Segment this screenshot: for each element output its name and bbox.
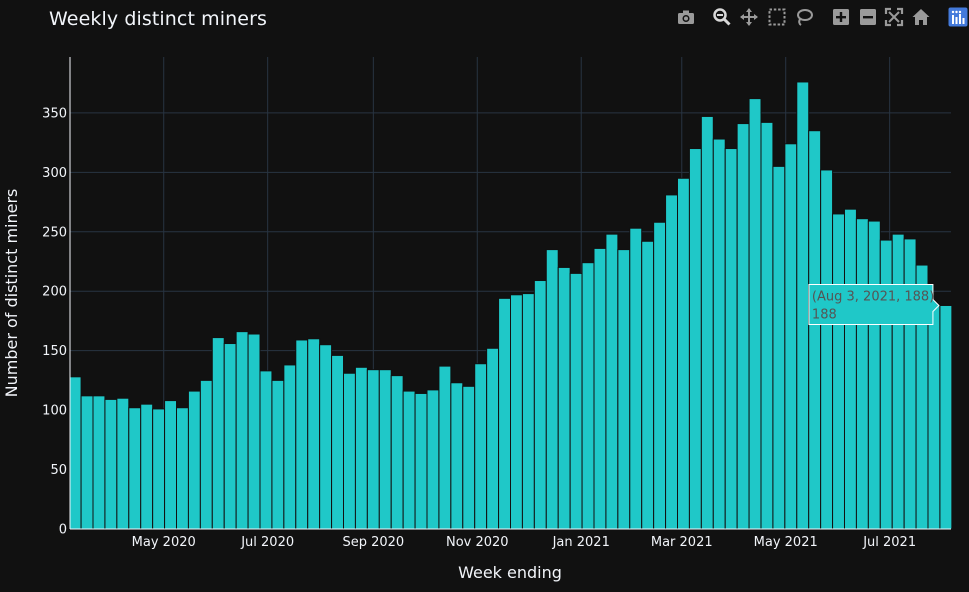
y-tick-label: 100 xyxy=(42,404,67,419)
bar xyxy=(891,233,905,530)
bar xyxy=(796,81,810,530)
bar xyxy=(653,221,667,530)
bar xyxy=(92,395,106,530)
x-tick-label: Sep 2020 xyxy=(342,535,404,550)
bar xyxy=(760,121,774,530)
hover-tooltip-label: (Aug 3, 2021, 188) xyxy=(812,289,934,304)
y-tick-label: 250 xyxy=(42,225,67,240)
x-tick-label: Nov 2020 xyxy=(446,535,509,550)
bar xyxy=(343,372,356,530)
bar xyxy=(927,304,941,530)
bar xyxy=(474,363,488,530)
bar xyxy=(879,239,893,530)
hover-tooltip-value: 188 xyxy=(812,307,837,322)
bar xyxy=(354,366,368,530)
bar xyxy=(319,344,333,530)
bar xyxy=(843,208,857,530)
bar xyxy=(116,397,130,530)
bar xyxy=(736,123,750,530)
bar xyxy=(700,115,714,530)
hover-tooltip: (Aug 3, 2021, 188) 188 xyxy=(808,283,940,325)
x-tick-label: Jul 2021 xyxy=(862,535,916,550)
bar xyxy=(438,365,452,530)
bar xyxy=(176,407,189,530)
bar xyxy=(414,392,428,530)
x-tick-label: Jan 2021 xyxy=(552,535,610,550)
y-tick-label: 200 xyxy=(42,285,67,300)
bar xyxy=(462,385,476,530)
bar xyxy=(939,304,953,530)
bar xyxy=(152,408,166,530)
bar xyxy=(832,213,845,530)
x-tick-label: May 2021 xyxy=(754,535,818,550)
y-axis-title: Number of distinct miners xyxy=(2,189,21,398)
bar xyxy=(688,148,702,530)
bar xyxy=(724,148,738,530)
bar xyxy=(366,369,380,530)
bar xyxy=(545,249,559,530)
y-tick-label: 350 xyxy=(42,106,67,121)
bar xyxy=(164,400,178,530)
bar xyxy=(140,403,154,530)
bar xyxy=(235,331,249,530)
bar xyxy=(378,369,392,530)
bar xyxy=(283,364,297,530)
bar xyxy=(68,376,82,530)
bar xyxy=(211,337,225,530)
x-tick-label: Jul 2020 xyxy=(240,535,294,550)
bar xyxy=(498,297,511,530)
bar xyxy=(450,382,464,530)
bar xyxy=(593,247,607,530)
bar xyxy=(581,262,595,530)
bar xyxy=(521,293,535,530)
bar xyxy=(557,266,571,530)
bar xyxy=(820,169,834,530)
bar xyxy=(486,347,500,530)
bar xyxy=(629,227,643,530)
bar xyxy=(903,238,917,530)
bar xyxy=(676,177,690,530)
bar xyxy=(867,220,881,530)
y-tick-label: 0 xyxy=(59,523,67,538)
bar xyxy=(772,165,786,530)
bar xyxy=(247,333,261,530)
y-tick-label: 150 xyxy=(42,344,67,359)
bar xyxy=(259,370,273,530)
bar xyxy=(784,143,798,530)
bar xyxy=(104,398,118,530)
bar xyxy=(295,339,309,530)
bar xyxy=(199,379,213,530)
y-tick-labels: 0 50 100 150 200 250 300 350 xyxy=(42,106,67,537)
bar xyxy=(569,272,583,530)
y-tick-label: 300 xyxy=(42,166,67,181)
bar xyxy=(617,249,631,530)
bar xyxy=(605,233,619,530)
bar xyxy=(426,389,440,530)
x-tick-label: May 2020 xyxy=(132,535,196,550)
bar xyxy=(390,375,404,530)
bar-chart: 0 50 100 150 200 250 300 350 May 2020 Jul 2020 Se… xyxy=(2,57,953,582)
bar xyxy=(223,343,237,530)
x-axis-title: Week ending xyxy=(458,563,562,582)
bar xyxy=(712,138,726,530)
bar xyxy=(533,280,547,530)
x-tick-label: Mar 2021 xyxy=(651,535,713,550)
bar xyxy=(331,354,345,530)
bar xyxy=(808,130,822,530)
bar xyxy=(748,98,762,530)
bar xyxy=(128,407,142,530)
bar xyxy=(307,338,321,530)
bar xyxy=(187,390,201,530)
bar xyxy=(641,240,655,530)
bar xyxy=(271,379,285,530)
x-tick-labels: May 2020 Jul 2020 Sep 2020 Nov 2020 Jan 2021… xyxy=(132,535,916,550)
bar xyxy=(510,294,523,530)
bar xyxy=(402,390,416,530)
bar xyxy=(665,194,678,530)
bar xyxy=(855,218,869,530)
bar xyxy=(80,395,94,530)
y-tick-label: 50 xyxy=(50,463,67,478)
